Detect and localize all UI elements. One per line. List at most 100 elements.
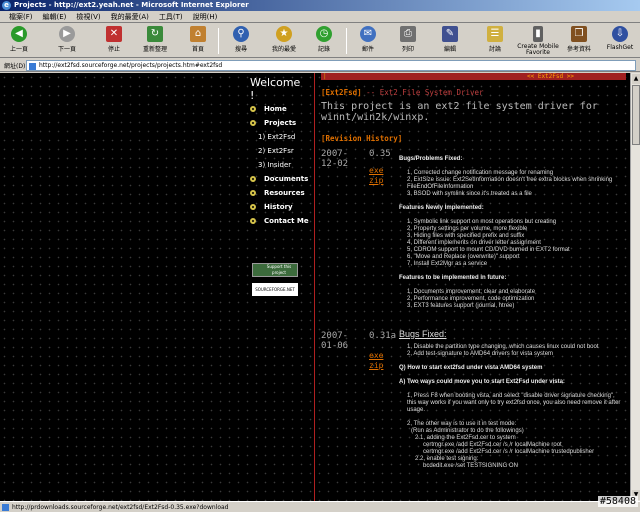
section-heading: Features to be implemented in future: xyxy=(399,275,507,281)
forward-icon: ▶ xyxy=(59,26,75,42)
revision-history-heading: [Revision History] xyxy=(321,134,403,143)
page-content: Welcome ! Home Projects 1) Ext2Fsd 2) Ex… xyxy=(0,73,630,501)
list-item: 2, ExtSize issue: Ext2SetInformation doe… xyxy=(407,177,613,190)
menu-tools[interactable]: 工具(T) xyxy=(154,12,188,22)
toolbar-separator xyxy=(346,28,347,54)
print-icon: ⎙ xyxy=(400,26,416,42)
research-button[interactable]: ❒ 參考資料 xyxy=(564,26,594,56)
scroll-up-icon[interactable]: ▲ xyxy=(632,74,640,84)
bullet-icon xyxy=(250,120,256,126)
list-item: 1, Symbolic link support on most operati… xyxy=(407,219,557,225)
nav-sub-insider[interactable]: 3) Insider xyxy=(258,161,291,169)
window-title: Projects - http://ext2.yeah.net - Micros… xyxy=(14,1,249,9)
menu-view[interactable]: 檢視(V) xyxy=(71,12,105,22)
history-icon: ◷ xyxy=(316,26,332,42)
rev2-notes: Bugs Fixed: 1, Disable the partition typ… xyxy=(399,329,621,470)
list-item: 2.2, enable test signing: xyxy=(415,456,479,462)
page-status-icon xyxy=(2,504,9,511)
nav-contact-me[interactable]: Contact Me xyxy=(250,217,309,225)
menu-bar: 檔案(F) 編輯(E) 檢視(V) 我的最愛(A) 工具(T) 說明(H) xyxy=(0,11,640,23)
list-item: 4, Different implements on driver letter… xyxy=(407,240,541,246)
bullet-icon xyxy=(250,190,256,196)
mail-button[interactable]: ✉ 郵件 xyxy=(354,26,382,56)
watermark: #58408 xyxy=(597,496,638,507)
back-button[interactable]: ◀ 上一頁 xyxy=(4,26,34,56)
stop-icon: ✕ xyxy=(106,26,122,42)
home-button[interactable]: ⌂ 首頁 xyxy=(184,26,212,56)
address-label: 網址(D) xyxy=(4,63,26,70)
home-icon: ⌂ xyxy=(190,26,206,42)
rev2-zip-link[interactable]: zip xyxy=(369,361,383,370)
rev2-exe-link[interactable]: exe xyxy=(369,351,383,360)
stop-button[interactable]: ✕ 停止 xyxy=(100,26,128,56)
search-icon: ⚲ xyxy=(233,26,249,42)
list-item: 3, BSOD with symlink since it's treated … xyxy=(407,191,532,197)
nav-history[interactable]: History xyxy=(250,203,293,211)
top-strip: | << Ext2Fsd >> xyxy=(321,73,626,80)
section-heading: Features Newly Implemented: xyxy=(399,205,484,211)
page-icon xyxy=(29,63,36,70)
vertical-scrollbar[interactable]: ▲ ▼ xyxy=(630,73,640,501)
menu-help[interactable]: 說明(H) xyxy=(188,12,223,22)
site-navigation: Welcome ! Home Projects 1) Ext2Fsd 2) Ex… xyxy=(238,73,309,501)
nav-documents[interactable]: Documents xyxy=(250,175,308,183)
print-button[interactable]: ⎙ 列印 xyxy=(394,26,422,56)
column-divider xyxy=(314,73,315,501)
list-item: 2, Property settings per volume, more fl… xyxy=(407,226,528,232)
edit-icon: ✎ xyxy=(442,26,458,42)
list-item: certmgr.exe /add Ext2Fsd.cer /s /r local… xyxy=(423,449,595,455)
toolbar-separator xyxy=(218,28,219,54)
bullet-icon xyxy=(250,106,256,112)
scroll-thumb[interactable] xyxy=(632,85,640,145)
refresh-icon: ↻ xyxy=(147,26,163,42)
status-bar: http://prdownloads.sourceforge.net/ext2f… xyxy=(0,501,640,512)
list-item: 1, Documents improvement: clear and elab… xyxy=(407,289,536,295)
window-titlebar: e Projects - http://ext2.yeah.net - Micr… xyxy=(0,0,640,11)
list-item: 1, Corrected change notification message… xyxy=(407,170,554,176)
project-title: [Ext2Fsd] -- Ext2 File System Driver xyxy=(321,88,484,97)
list-item: 2, The other way is to use it in test mo… xyxy=(407,421,517,427)
edit-button[interactable]: ✎ 編輯 xyxy=(436,26,464,56)
address-input[interactable]: http://ext2fsd.sourceforge.net/projects/… xyxy=(26,60,636,71)
bugs-fixed-heading: Bugs Fixed: xyxy=(399,329,447,339)
welcome-heading: Welcome ! xyxy=(250,76,301,102)
history-button[interactable]: ◷ 記錄 xyxy=(310,26,338,56)
list-item: certmgr.exe /add Ext2Fsd.cer /s /r local… xyxy=(423,442,562,448)
create-mobile-favorite-button[interactable]: ▮ Create Mobile Favorite xyxy=(514,26,562,56)
back-icon: ◀ xyxy=(11,26,27,42)
list-item: 2, Add test-signature to AMD64 drivers f… xyxy=(407,351,554,357)
menu-edit[interactable]: 編輯(E) xyxy=(38,12,72,22)
list-item: 1, Press F8 when booting vista, and sele… xyxy=(407,393,621,413)
rev1-zip-link[interactable]: zip xyxy=(369,176,383,185)
menu-file[interactable]: 檔案(F) xyxy=(4,12,38,22)
support-project-badge[interactable]: Support this project xyxy=(252,263,298,277)
menu-favorites[interactable]: 我的最愛(A) xyxy=(106,12,154,22)
discuss-icon: ☰ xyxy=(487,26,503,42)
nav-resources[interactable]: Resources xyxy=(250,189,305,197)
discuss-button[interactable]: ☰ 討論 xyxy=(482,26,508,56)
rev1-exe-link[interactable]: exe xyxy=(369,166,383,175)
favorites-button[interactable]: ★ 我的最愛 xyxy=(266,26,302,56)
main-article: | << Ext2Fsd >> [Ext2Fsd] -- Ext2 File S… xyxy=(321,73,626,501)
nav-projects[interactable]: Projects xyxy=(250,119,296,127)
mail-icon: ✉ xyxy=(360,26,376,42)
search-button[interactable]: ⚲ 搜尋 xyxy=(226,26,256,56)
toolbar: ◀ 上一頁 ▶ 下一頁 ✕ 停止 ↻ 重新整理 ⌂ 首頁 ⚲ 搜尋 ★ 我的最愛… xyxy=(0,24,640,58)
list-item: 5, CDROM support to mount CD/DVD burned … xyxy=(407,247,570,253)
nav-sub-ext2fsd[interactable]: 1) Ext2Fsd xyxy=(258,133,295,141)
bullet-icon xyxy=(250,218,256,224)
sourceforge-logo[interactable]: SOURCEFORGE.NET xyxy=(252,283,298,296)
nav-home[interactable]: Home xyxy=(250,105,287,113)
answer-heading: A) Two ways could move you to start Ext2… xyxy=(399,379,565,385)
forward-button[interactable]: ▶ 下一頁 xyxy=(52,26,82,56)
refresh-button[interactable]: ↻ 重新整理 xyxy=(138,26,172,56)
nav-sub-ext2fsr[interactable]: 2) Ext2Fsr xyxy=(258,147,294,155)
flashget-button[interactable]: ⇩ FlashGet xyxy=(604,26,636,56)
address-bar: 網址(D) http://ext2fsd.sourceforge.net/pro… xyxy=(0,59,640,72)
rev2-version: 0.31a xyxy=(369,331,397,341)
mobile-favorite-icon: ▮ xyxy=(533,26,543,42)
favorites-icon: ★ xyxy=(276,26,292,42)
project-description: This project is an ext2 file system driv… xyxy=(321,101,598,123)
question-heading: Q) How to start ext2fsd under vista AMD6… xyxy=(399,365,543,371)
section-heading: Bugs/Problems Fixed: xyxy=(399,156,463,162)
